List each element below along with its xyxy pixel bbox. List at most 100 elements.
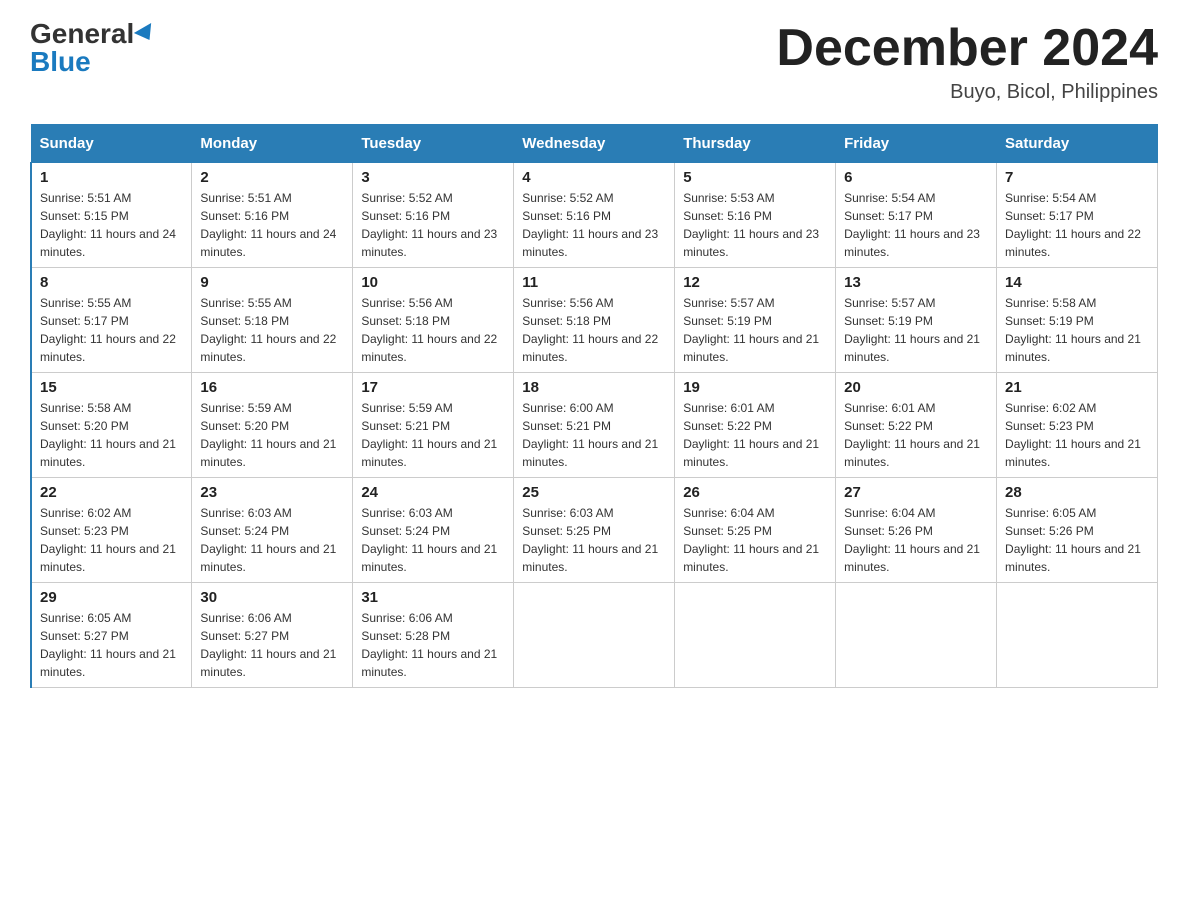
day-number: 15: [40, 379, 183, 396]
day-info: Sunrise: 6:04 AM Sunset: 5:25 PM Dayligh…: [683, 504, 827, 576]
day-info: Sunrise: 5:55 AM Sunset: 5:17 PM Dayligh…: [40, 294, 183, 366]
day-header-tuesday: Tuesday: [353, 125, 514, 163]
day-info: Sunrise: 5:54 AM Sunset: 5:17 PM Dayligh…: [844, 189, 988, 261]
day-number: 5: [683, 169, 827, 186]
day-number: 30: [200, 589, 344, 606]
day-info: Sunrise: 6:00 AM Sunset: 5:21 PM Dayligh…: [522, 399, 666, 471]
day-info: Sunrise: 6:04 AM Sunset: 5:26 PM Dayligh…: [844, 504, 988, 576]
calendar-cell: 26 Sunrise: 6:04 AM Sunset: 5:25 PM Dayl…: [675, 478, 836, 583]
calendar-table: SundayMondayTuesdayWednesdayThursdayFrid…: [30, 124, 1158, 688]
month-title: December 2024: [776, 20, 1158, 77]
day-number: 11: [522, 274, 666, 291]
calendar-cell: 14 Sunrise: 5:58 AM Sunset: 5:19 PM Dayl…: [997, 268, 1158, 373]
day-info: Sunrise: 5:51 AM Sunset: 5:15 PM Dayligh…: [40, 189, 183, 261]
logo-triangle-icon: [134, 23, 158, 45]
calendar-cell: 24 Sunrise: 6:03 AM Sunset: 5:24 PM Dayl…: [353, 478, 514, 583]
title-section: December 2024 Buyo, Bicol, Philippines: [776, 20, 1158, 104]
calendar-cell: 6 Sunrise: 5:54 AM Sunset: 5:17 PM Dayli…: [836, 163, 997, 268]
day-header-wednesday: Wednesday: [514, 125, 675, 163]
day-info: Sunrise: 6:01 AM Sunset: 5:22 PM Dayligh…: [683, 399, 827, 471]
day-header-thursday: Thursday: [675, 125, 836, 163]
day-info: Sunrise: 5:56 AM Sunset: 5:18 PM Dayligh…: [361, 294, 505, 366]
calendar-cell: 23 Sunrise: 6:03 AM Sunset: 5:24 PM Dayl…: [192, 478, 353, 583]
calendar-cell: 16 Sunrise: 5:59 AM Sunset: 5:20 PM Dayl…: [192, 373, 353, 478]
day-number: 4: [522, 169, 666, 186]
location-text: Buyo, Bicol, Philippines: [776, 81, 1158, 104]
day-number: 13: [844, 274, 988, 291]
calendar-cell: 28 Sunrise: 6:05 AM Sunset: 5:26 PM Dayl…: [997, 478, 1158, 583]
calendar-cell: [675, 583, 836, 688]
day-header-monday: Monday: [192, 125, 353, 163]
day-info: Sunrise: 6:05 AM Sunset: 5:27 PM Dayligh…: [40, 609, 183, 681]
day-number: 1: [40, 169, 183, 186]
day-number: 25: [522, 484, 666, 501]
calendar-cell: 27 Sunrise: 6:04 AM Sunset: 5:26 PM Dayl…: [836, 478, 997, 583]
calendar-cell: [997, 583, 1158, 688]
day-info: Sunrise: 5:53 AM Sunset: 5:16 PM Dayligh…: [683, 189, 827, 261]
day-number: 14: [1005, 274, 1149, 291]
logo-general-text: General: [30, 20, 134, 48]
day-info: Sunrise: 6:01 AM Sunset: 5:22 PM Dayligh…: [844, 399, 988, 471]
day-number: 2: [200, 169, 344, 186]
calendar-cell: 18 Sunrise: 6:00 AM Sunset: 5:21 PM Dayl…: [514, 373, 675, 478]
calendar-cell: 9 Sunrise: 5:55 AM Sunset: 5:18 PM Dayli…: [192, 268, 353, 373]
day-header-saturday: Saturday: [997, 125, 1158, 163]
day-number: 31: [361, 589, 505, 606]
calendar-cell: 31 Sunrise: 6:06 AM Sunset: 5:28 PM Dayl…: [353, 583, 514, 688]
day-info: Sunrise: 5:57 AM Sunset: 5:19 PM Dayligh…: [844, 294, 988, 366]
calendar-cell: 15 Sunrise: 5:58 AM Sunset: 5:20 PM Dayl…: [31, 373, 192, 478]
calendar-cell: 20 Sunrise: 6:01 AM Sunset: 5:22 PM Dayl…: [836, 373, 997, 478]
day-number: 26: [683, 484, 827, 501]
calendar-week-row: 1 Sunrise: 5:51 AM Sunset: 5:15 PM Dayli…: [31, 163, 1158, 268]
day-number: 23: [200, 484, 344, 501]
day-header-friday: Friday: [836, 125, 997, 163]
day-number: 27: [844, 484, 988, 501]
calendar-cell: 19 Sunrise: 6:01 AM Sunset: 5:22 PM Dayl…: [675, 373, 836, 478]
day-number: 29: [40, 589, 183, 606]
day-info: Sunrise: 5:52 AM Sunset: 5:16 PM Dayligh…: [361, 189, 505, 261]
calendar-cell: 12 Sunrise: 5:57 AM Sunset: 5:19 PM Dayl…: [675, 268, 836, 373]
day-info: Sunrise: 5:52 AM Sunset: 5:16 PM Dayligh…: [522, 189, 666, 261]
day-number: 6: [844, 169, 988, 186]
calendar-cell: 22 Sunrise: 6:02 AM Sunset: 5:23 PM Dayl…: [31, 478, 192, 583]
day-info: Sunrise: 5:58 AM Sunset: 5:19 PM Dayligh…: [1005, 294, 1149, 366]
day-info: Sunrise: 5:51 AM Sunset: 5:16 PM Dayligh…: [200, 189, 344, 261]
day-info: Sunrise: 6:03 AM Sunset: 5:24 PM Dayligh…: [361, 504, 505, 576]
day-info: Sunrise: 5:55 AM Sunset: 5:18 PM Dayligh…: [200, 294, 344, 366]
logo-blue-text: Blue: [30, 48, 91, 76]
day-number: 21: [1005, 379, 1149, 396]
day-number: 7: [1005, 169, 1149, 186]
day-info: Sunrise: 5:58 AM Sunset: 5:20 PM Dayligh…: [40, 399, 183, 471]
calendar-cell: 29 Sunrise: 6:05 AM Sunset: 5:27 PM Dayl…: [31, 583, 192, 688]
day-number: 8: [40, 274, 183, 291]
calendar-cell: 7 Sunrise: 5:54 AM Sunset: 5:17 PM Dayli…: [997, 163, 1158, 268]
day-number: 16: [200, 379, 344, 396]
day-info: Sunrise: 6:03 AM Sunset: 5:25 PM Dayligh…: [522, 504, 666, 576]
calendar-cell: 11 Sunrise: 5:56 AM Sunset: 5:18 PM Dayl…: [514, 268, 675, 373]
calendar-week-row: 22 Sunrise: 6:02 AM Sunset: 5:23 PM Dayl…: [31, 478, 1158, 583]
day-number: 24: [361, 484, 505, 501]
calendar-week-row: 8 Sunrise: 5:55 AM Sunset: 5:17 PM Dayli…: [31, 268, 1158, 373]
calendar-cell: [514, 583, 675, 688]
day-info: Sunrise: 5:54 AM Sunset: 5:17 PM Dayligh…: [1005, 189, 1149, 261]
day-number: 20: [844, 379, 988, 396]
day-info: Sunrise: 6:06 AM Sunset: 5:27 PM Dayligh…: [200, 609, 344, 681]
day-number: 9: [200, 274, 344, 291]
day-number: 10: [361, 274, 505, 291]
day-info: Sunrise: 6:05 AM Sunset: 5:26 PM Dayligh…: [1005, 504, 1149, 576]
day-info: Sunrise: 5:59 AM Sunset: 5:20 PM Dayligh…: [200, 399, 344, 471]
calendar-cell: 21 Sunrise: 6:02 AM Sunset: 5:23 PM Dayl…: [997, 373, 1158, 478]
day-number: 17: [361, 379, 505, 396]
day-number: 19: [683, 379, 827, 396]
logo: General Blue: [30, 20, 156, 76]
day-info: Sunrise: 5:57 AM Sunset: 5:19 PM Dayligh…: [683, 294, 827, 366]
day-number: 3: [361, 169, 505, 186]
day-number: 22: [40, 484, 183, 501]
calendar-cell: 17 Sunrise: 5:59 AM Sunset: 5:21 PM Dayl…: [353, 373, 514, 478]
calendar-cell: 1 Sunrise: 5:51 AM Sunset: 5:15 PM Dayli…: [31, 163, 192, 268]
day-info: Sunrise: 6:06 AM Sunset: 5:28 PM Dayligh…: [361, 609, 505, 681]
day-info: Sunrise: 5:59 AM Sunset: 5:21 PM Dayligh…: [361, 399, 505, 471]
calendar-cell: 25 Sunrise: 6:03 AM Sunset: 5:25 PM Dayl…: [514, 478, 675, 583]
calendar-cell: 5 Sunrise: 5:53 AM Sunset: 5:16 PM Dayli…: [675, 163, 836, 268]
calendar-cell: 10 Sunrise: 5:56 AM Sunset: 5:18 PM Dayl…: [353, 268, 514, 373]
